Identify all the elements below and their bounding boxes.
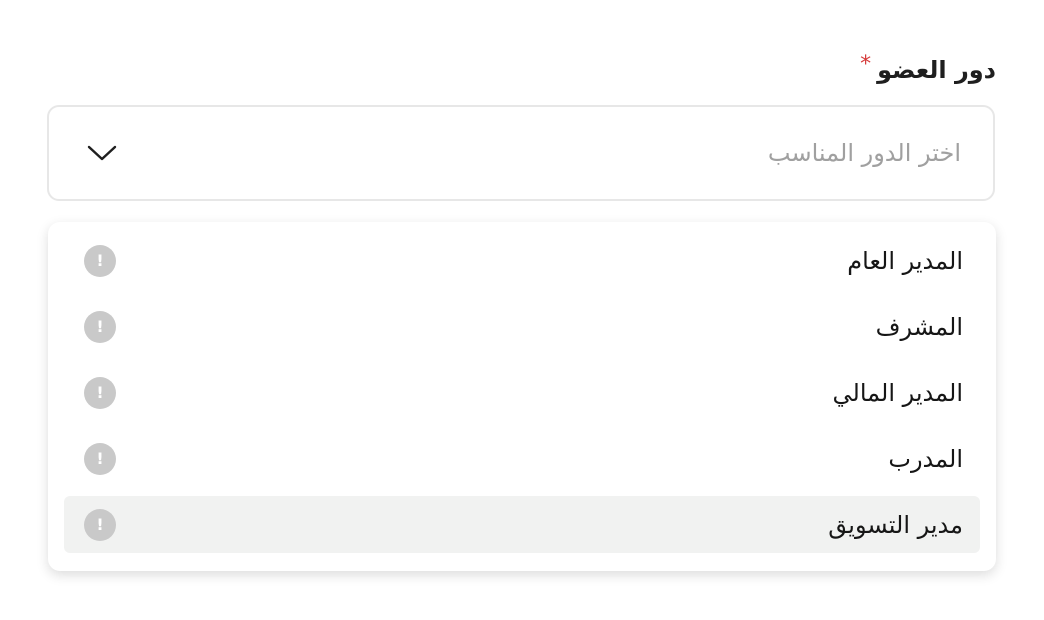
info-icon[interactable]: ! bbox=[84, 442, 116, 475]
info-icon[interactable]: ! bbox=[84, 508, 116, 541]
required-star: * bbox=[860, 51, 872, 77]
info-icon[interactable]: ! bbox=[84, 310, 116, 343]
role-select[interactable]: اختر الدور المناسب bbox=[47, 105, 995, 201]
dropdown-item-supervisor[interactable]: المشرف ! bbox=[64, 298, 980, 355]
item-label: المدرب bbox=[888, 444, 963, 473]
info-icon[interactable]: ! bbox=[84, 376, 116, 409]
dropdown-item-marketing-manager[interactable]: مدير التسويق ! bbox=[64, 496, 980, 553]
field-label-text: دور العضو bbox=[877, 56, 996, 84]
role-dropdown: المدير العام ! المشرف ! المدير المالي ! … bbox=[48, 222, 996, 571]
member-role-label: دور العضو * bbox=[860, 50, 996, 90]
dropdown-item-finance-manager[interactable]: المدير المالي ! bbox=[64, 364, 980, 421]
info-icon[interactable]: ! bbox=[84, 244, 116, 277]
item-label: مدير التسويق bbox=[828, 510, 963, 539]
chevron-down-icon[interactable] bbox=[85, 136, 119, 170]
item-label: المدير العام bbox=[847, 246, 963, 275]
item-label: المشرف bbox=[875, 312, 963, 341]
dropdown-item-trainer[interactable]: المدرب ! bbox=[64, 430, 980, 487]
item-label: المدير المالي bbox=[832, 378, 964, 407]
dropdown-item-general-manager[interactable]: المدير العام ! bbox=[64, 232, 980, 289]
role-select-placeholder: اختر الدور المناسب bbox=[767, 139, 961, 167]
